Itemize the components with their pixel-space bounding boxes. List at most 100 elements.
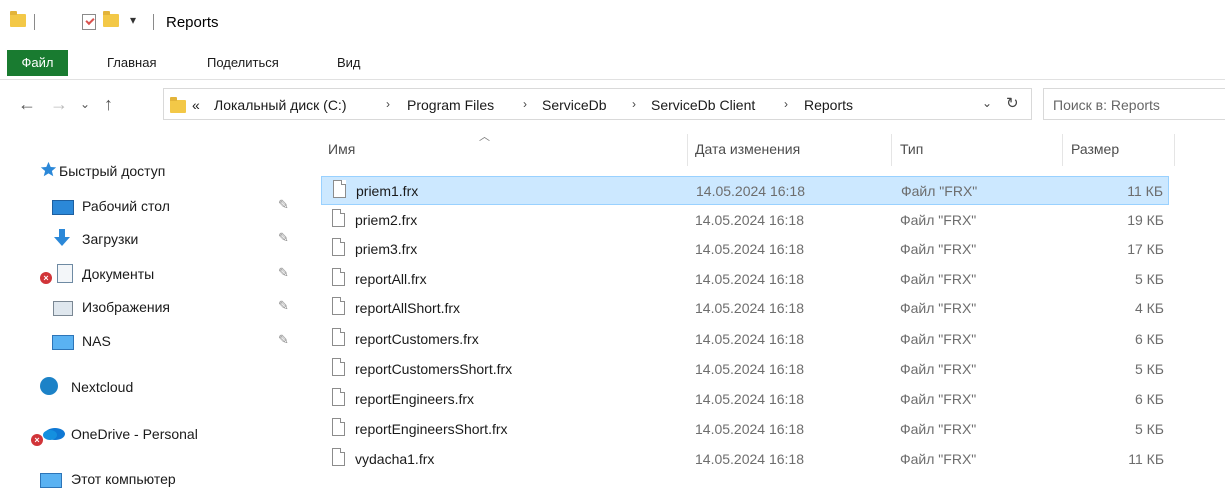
sidebar-item-label: Быстрый доступ	[59, 163, 166, 179]
quick-access-dropdown-icon[interactable]: ▾	[130, 13, 136, 27]
sidebar-item-desktop[interactable]: Рабочий стол ✎	[0, 192, 300, 220]
file-icon	[332, 209, 345, 227]
file-name: reportAllShort.frx	[355, 300, 461, 316]
pin-icon: ✎	[278, 332, 289, 347]
pictures-icon	[53, 301, 73, 316]
file-type: Файл "FRX"	[900, 331, 977, 347]
documents-icon	[57, 264, 73, 283]
up-arrow-icon[interactable]: ↑	[104, 94, 113, 115]
column-header-date[interactable]: Дата изменения	[695, 141, 800, 157]
address-bar[interactable]: « Локальный диск (C:) › Program Files › …	[163, 88, 1032, 120]
file-date: 14.05.2024 16:18	[695, 451, 804, 467]
tab-file[interactable]: Файл	[7, 50, 68, 76]
file-size: 4 КБ	[1134, 300, 1164, 316]
file-row[interactable]: reportEngineers.frx 14.05.2024 16:18 Фай…	[321, 385, 1169, 414]
file-type: Файл "FRX"	[900, 451, 977, 467]
file-type: Файл "FRX"	[900, 271, 977, 287]
tab-home[interactable]: Главная	[107, 47, 156, 79]
file-size: 5 КБ	[1134, 271, 1164, 287]
file-icon	[332, 448, 345, 466]
nextcloud-icon	[40, 377, 58, 395]
tab-share[interactable]: Поделиться	[207, 47, 279, 79]
pin-icon: ✎	[278, 230, 289, 245]
sidebar-item-downloads[interactable]: Загрузки ✎	[0, 225, 300, 253]
sidebar-item-this-pc[interactable]: Этот компьютер	[0, 465, 300, 493]
file-size: 5 КБ	[1134, 361, 1164, 377]
file-size: 11 КБ	[1127, 183, 1163, 199]
sidebar-item-label: Рабочий стол	[82, 198, 170, 214]
file-row[interactable]: priem2.frx 14.05.2024 16:18 Файл "FRX" 1…	[321, 206, 1169, 235]
file-type: Файл "FRX"	[900, 241, 977, 257]
breadcrumb-chevron-icon[interactable]: ›	[523, 97, 527, 111]
separator	[153, 14, 154, 30]
properties-icon[interactable]	[82, 14, 96, 30]
sidebar-item-label: NAS	[82, 333, 111, 349]
column-divider[interactable]	[1062, 134, 1063, 166]
file-row[interactable]: vydacha1.frx 14.05.2024 16:18 Файл "FRX"…	[321, 445, 1169, 474]
ribbon-tabs: Файл Главная Поделиться Вид	[0, 47, 1225, 80]
file-type: Файл "FRX"	[900, 212, 977, 228]
sidebar-item-label: Документы	[82, 266, 155, 282]
breadcrumb-servicedb-client[interactable]: ServiceDb Client	[651, 97, 755, 113]
column-header-size[interactable]: Размер	[1071, 141, 1119, 157]
download-icon	[54, 229, 70, 246]
file-type: Файл "FRX"	[900, 421, 977, 437]
sidebar-item-documents[interactable]: × Документы ✎	[0, 260, 300, 288]
file-type: Файл "FRX"	[900, 391, 977, 407]
breadcrumb-local-disk[interactable]: Локальный диск (C:)	[214, 97, 347, 113]
pin-icon: ✎	[278, 265, 289, 280]
breadcrumb-chevron-icon[interactable]: ›	[632, 97, 636, 111]
breadcrumb-chevron-icon[interactable]: ›	[386, 97, 390, 111]
column-header-name[interactable]: Имя	[328, 141, 355, 157]
file-row[interactable]: reportEngineersShort.frx 14.05.2024 16:1…	[321, 415, 1169, 444]
column-divider[interactable]	[1174, 134, 1175, 166]
sidebar-item-label: Загрузки	[82, 231, 139, 247]
file-icon	[332, 358, 345, 376]
file-size: 5 КБ	[1134, 421, 1164, 437]
file-size: 17 КБ	[1127, 241, 1164, 257]
file-row[interactable]: reportCustomers.frx 14.05.2024 16:18 Фай…	[321, 325, 1169, 354]
new-folder-icon[interactable]	[103, 11, 119, 27]
breadcrumb-chevron-icon[interactable]: ›	[784, 97, 788, 111]
tab-view[interactable]: Вид	[337, 47, 361, 79]
breadcrumb-reports[interactable]: Reports	[804, 97, 853, 113]
file-name: priem3.frx	[355, 241, 418, 257]
recent-locations-chevron-icon[interactable]: ⌄	[80, 97, 90, 111]
title-bar: ▾ Reports	[0, 0, 1225, 44]
file-date: 14.05.2024 16:18	[695, 331, 804, 347]
sidebar-item-nas[interactable]: NAS ✎	[0, 327, 300, 355]
file-name: priem2.frx	[355, 212, 418, 228]
file-icon	[332, 328, 345, 346]
forward-arrow-icon[interactable]: →	[50, 94, 68, 115]
back-arrow-icon[interactable]: ←	[18, 94, 36, 115]
file-name: reportAll.frx	[355, 271, 427, 287]
sidebar-item-nextcloud[interactable]: Nextcloud	[0, 373, 300, 401]
breadcrumb-overflow[interactable]: «	[192, 97, 200, 113]
file-icon	[332, 268, 345, 286]
address-history-chevron-icon[interactable]: ⌄	[982, 96, 992, 110]
sidebar-item-quick-access[interactable]: Быстрый доступ	[0, 157, 300, 185]
breadcrumb-servicedb[interactable]: ServiceDb	[542, 97, 607, 113]
network-drive-icon	[52, 335, 74, 350]
search-input[interactable]: Поиск в: Reports	[1043, 88, 1225, 120]
file-row[interactable]: priem1.frx 14.05.2024 16:18 Файл "FRX" 1…	[321, 176, 1169, 205]
desktop-icon	[52, 200, 74, 215]
sort-ascending-icon: ︿	[479, 131, 490, 143]
file-row[interactable]: reportCustomersShort.frx 14.05.2024 16:1…	[321, 355, 1169, 384]
sidebar-item-pictures[interactable]: Изображения ✎	[0, 293, 300, 321]
file-row[interactable]: priem3.frx 14.05.2024 16:18 Файл "FRX" 1…	[321, 235, 1169, 264]
column-divider[interactable]	[687, 134, 688, 166]
refresh-icon[interactable]: ↻	[1006, 94, 1019, 112]
column-divider[interactable]	[891, 134, 892, 166]
breadcrumb-program-files[interactable]: Program Files	[407, 97, 494, 113]
computer-icon	[40, 473, 62, 488]
column-header-type[interactable]: Тип	[900, 141, 923, 157]
file-row[interactable]: reportAllShort.frx 14.05.2024 16:18 Файл…	[321, 294, 1169, 323]
file-name: reportEngineers.frx	[355, 391, 475, 407]
file-date: 14.05.2024 16:18	[695, 421, 804, 437]
file-row[interactable]: reportAll.frx 14.05.2024 16:18 Файл "FRX…	[321, 265, 1169, 294]
file-icon	[332, 297, 345, 315]
sidebar-item-onedrive[interactable]: × OneDrive - Personal	[0, 420, 300, 448]
file-icon	[333, 180, 346, 198]
navigation-bar: ← → ⌄ ↑ « Локальный диск (C:) › Program …	[0, 86, 1225, 124]
